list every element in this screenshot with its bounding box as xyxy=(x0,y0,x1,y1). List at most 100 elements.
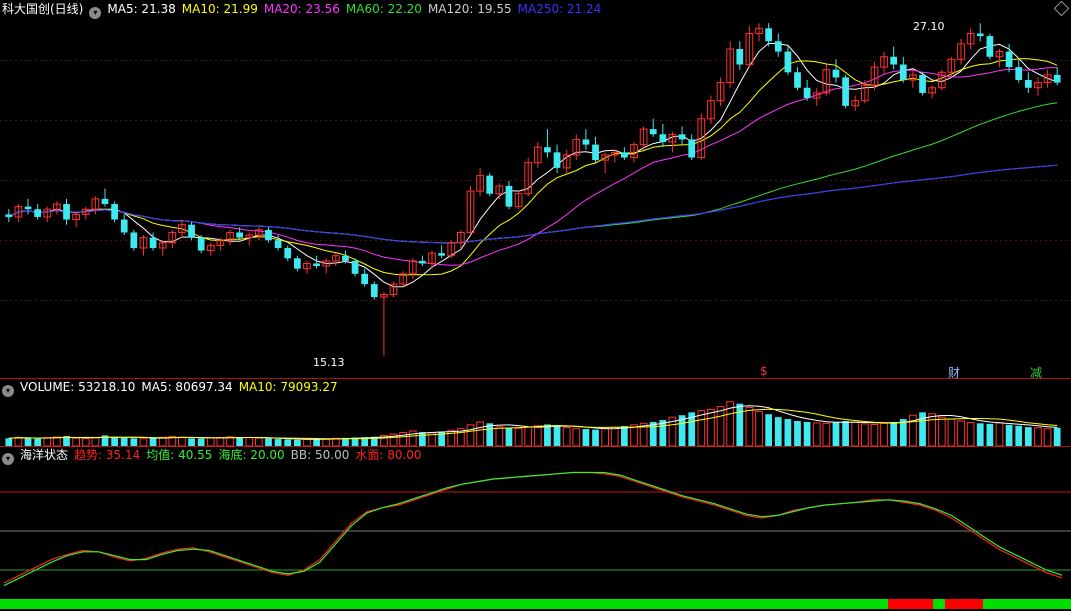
candle-body xyxy=(419,260,426,264)
candle-body xyxy=(1015,67,1023,81)
volume-collapse-icon[interactable]: ▾ xyxy=(2,385,14,397)
volume-bar xyxy=(255,437,263,447)
volume-bar xyxy=(419,432,426,446)
volume-bar xyxy=(43,437,52,447)
volume-bar xyxy=(505,427,513,446)
candle-body xyxy=(774,41,782,52)
price-indicator-2: MA20: 23.56 xyxy=(263,2,340,16)
candle-body xyxy=(899,64,907,81)
candle-body xyxy=(236,232,244,238)
volume-bar xyxy=(1034,427,1042,447)
volume-bar xyxy=(293,439,301,446)
volume-bar xyxy=(408,430,417,447)
candle-body xyxy=(197,237,205,251)
volume-bar xyxy=(524,426,533,447)
volume-bar xyxy=(707,408,715,447)
candle-body xyxy=(553,152,561,168)
candle-body xyxy=(63,204,70,220)
ma60-line xyxy=(8,102,1058,244)
candle-body xyxy=(149,237,157,248)
stock-title: 科大国创(日线) xyxy=(2,2,84,16)
volume-bar xyxy=(870,423,879,447)
volume-bar xyxy=(1015,425,1023,446)
volume-bar xyxy=(784,419,792,446)
candle-body xyxy=(736,49,744,65)
volume-bar xyxy=(592,429,599,446)
status-bar-red-2 xyxy=(945,599,983,609)
price-indicator-4: MA120: 19.55 xyxy=(427,2,512,16)
volume-bar xyxy=(1024,427,1032,446)
volume-bar xyxy=(514,427,523,447)
volume-bar xyxy=(765,414,773,446)
candle-body xyxy=(803,87,811,99)
volume-indicator-0: VOLUME: 53218.10 xyxy=(20,380,136,394)
candle-body xyxy=(890,56,898,65)
volume-bar xyxy=(736,403,744,446)
candle-body xyxy=(832,69,840,78)
candle-body xyxy=(361,273,369,285)
candle-body xyxy=(274,240,282,248)
volume-bar xyxy=(755,410,763,447)
volume-bar xyxy=(794,421,801,446)
candle-body xyxy=(1053,74,1061,83)
ocean-indicator-3: BB: 50.00 xyxy=(290,448,350,462)
chart-canvas: 27.10 15.13 xyxy=(0,20,1071,609)
volume-bar xyxy=(120,437,128,446)
volume-bar xyxy=(206,437,215,447)
volume-bar xyxy=(919,412,926,446)
price-indicators: MA5: 21.38 MA10: 21.99 MA20: 23.56 MA60: 22… xyxy=(107,2,607,16)
volume-bar xyxy=(149,438,157,446)
candle-body xyxy=(438,253,445,256)
volume-bar xyxy=(130,438,138,446)
volume-bar xyxy=(976,423,984,446)
volume-bar xyxy=(447,429,456,447)
volume-bar xyxy=(716,406,725,447)
volume-indicator-2: MA10: 79093.27 xyxy=(238,380,338,394)
volume-bar xyxy=(14,436,23,447)
volume-bar xyxy=(842,421,849,446)
candle-body xyxy=(34,209,42,217)
status-bar-red-1 xyxy=(888,599,933,609)
volume-bar xyxy=(495,426,504,447)
ocean-collapse-icon[interactable]: ▾ xyxy=(2,453,14,465)
volume-bar xyxy=(745,407,754,447)
price-header: 科大国创(日线) ▾ MA5: 21.38 MA10: 21.99 MA20: 23.5… xyxy=(2,1,613,19)
signal-marker-0: $ xyxy=(760,364,768,378)
volume-bar xyxy=(1005,424,1013,446)
volume-bar xyxy=(111,436,118,446)
candle-body xyxy=(649,129,657,135)
volume-bar xyxy=(553,425,561,446)
candle-body xyxy=(592,144,599,161)
volume-bar xyxy=(937,416,946,447)
volume-bar xyxy=(197,438,205,446)
volume-bar xyxy=(947,418,956,447)
volume-bar xyxy=(610,426,619,447)
volume-bar xyxy=(812,422,821,447)
volume-bar xyxy=(1053,427,1061,446)
candle-body xyxy=(188,224,195,238)
candle-body xyxy=(370,284,378,298)
volume-bar xyxy=(72,437,81,447)
volume-bar xyxy=(621,426,628,446)
volume-bar xyxy=(851,421,860,447)
price-indicator-0: MA5: 21.38 xyxy=(107,2,176,16)
ma120-line xyxy=(8,164,1058,244)
candle-body xyxy=(842,77,849,106)
candle-body xyxy=(284,247,292,259)
high-price-label: 27.10 xyxy=(913,20,945,33)
volume-bar xyxy=(822,422,831,447)
candle-body xyxy=(976,33,984,37)
candle-body xyxy=(794,72,801,88)
ocean-title: 海洋状态 xyxy=(20,448,69,462)
volume-bar xyxy=(91,437,100,447)
volume-bar xyxy=(544,424,551,446)
candle-body xyxy=(130,232,138,248)
candle-body xyxy=(621,152,628,158)
volume-header: ▾ VOLUME: 53218.10 MA5: 80697.34 MA10: 7909… xyxy=(2,379,350,397)
candle-body xyxy=(919,74,926,93)
candle-body xyxy=(688,139,696,158)
candle-body xyxy=(101,198,109,205)
ocean-indicator-1: 均值: 40.55 xyxy=(146,448,213,462)
volume-bar xyxy=(178,436,186,447)
ocean-series-0 xyxy=(3,471,1063,584)
